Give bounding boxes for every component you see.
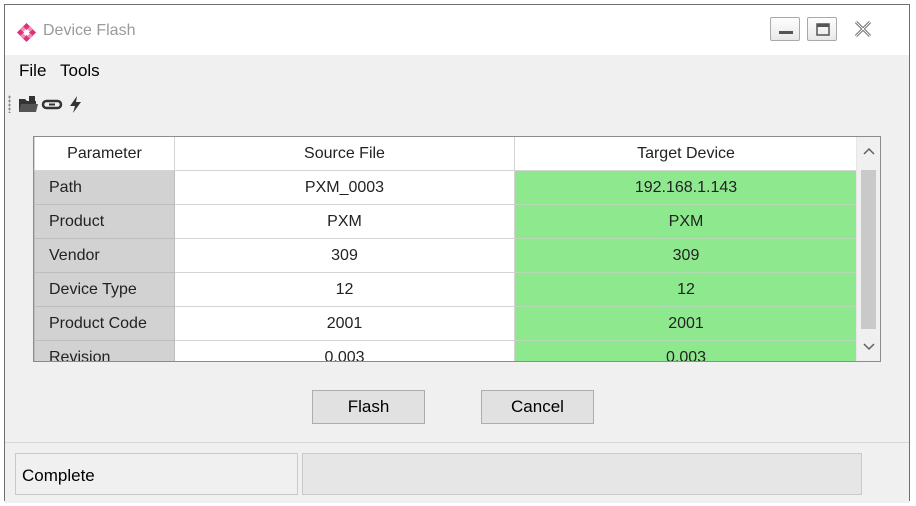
grid-header-row: Parameter Source File Target Device (34, 137, 858, 171)
scrollbar-thumb[interactable] (861, 170, 876, 329)
parameter-cell: Revision (34, 340, 175, 361)
flash-button[interactable]: Flash (312, 390, 425, 424)
target-cell: 0.003 (514, 340, 858, 361)
source-cell: PXM_0003 (174, 170, 515, 205)
vertical-scrollbar[interactable] (856, 137, 880, 361)
parameter-cell: Product Code (34, 306, 175, 341)
source-cell: 0.003 (174, 340, 515, 361)
scroll-down-icon[interactable] (863, 342, 875, 352)
minimize-icon (779, 31, 793, 34)
parameter-cell: Product (34, 204, 175, 239)
status-bar: Complete (5, 442, 909, 503)
link-icon[interactable] (41, 93, 63, 115)
column-header-source-file[interactable]: Source File (174, 137, 515, 171)
flash-icon[interactable] (65, 93, 87, 115)
status-label: Complete (15, 453, 298, 495)
scroll-up-icon[interactable] (863, 147, 875, 157)
menu-bar: File Tools (5, 55, 909, 89)
close-icon (854, 20, 872, 38)
device-flash-window: Device Flash File Tools Parameter Source… (4, 4, 910, 503)
toolbar-grip[interactable] (8, 95, 11, 113)
menu-tools[interactable]: Tools (60, 61, 100, 81)
column-header-target-device[interactable]: Target Device (514, 137, 858, 171)
close-button[interactable] (844, 17, 882, 41)
table-row[interactable]: Vendor 309 309 (34, 238, 858, 273)
source-cell: 12 (174, 272, 515, 307)
table-row[interactable]: Device Type 12 12 (34, 272, 858, 307)
target-cell: PXM (514, 204, 858, 239)
toolbar (5, 89, 909, 119)
table-row[interactable]: Revision 0.003 0.003 (34, 340, 858, 361)
source-cell: 2001 (174, 306, 515, 341)
parameter-cell: Device Type (34, 272, 175, 307)
app-diamond-icon (15, 22, 37, 45)
target-cell: 192.168.1.143 (514, 170, 858, 205)
menu-file[interactable]: File (19, 61, 46, 81)
title-bar: Device Flash (5, 5, 909, 55)
target-cell: 12 (514, 272, 858, 307)
cancel-button[interactable]: Cancel (481, 390, 594, 424)
table-row[interactable]: Product PXM PXM (34, 204, 858, 239)
source-cell: PXM (174, 204, 515, 239)
parameter-cell: Path (34, 170, 175, 205)
parameter-cell: Vendor (34, 238, 175, 273)
column-header-parameter[interactable]: Parameter (34, 137, 175, 171)
minimize-button[interactable] (770, 17, 800, 41)
progress-bar (302, 453, 862, 495)
table-row[interactable]: Path PXM_0003 192.168.1.143 (34, 170, 858, 205)
window-title: Device Flash (43, 22, 136, 39)
maximize-icon (816, 23, 830, 36)
target-cell: 2001 (514, 306, 858, 341)
parameter-grid: Parameter Source File Target Device Path… (33, 136, 881, 362)
source-cell: 309 (174, 238, 515, 273)
target-cell: 309 (514, 238, 858, 273)
maximize-button[interactable] (807, 17, 837, 41)
table-row[interactable]: Product Code 2001 2001 (34, 306, 858, 341)
open-file-icon[interactable] (17, 93, 39, 115)
